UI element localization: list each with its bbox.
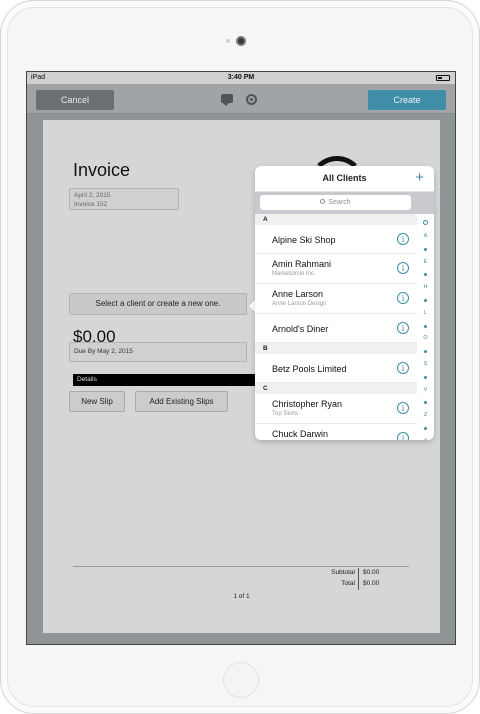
totals-divider-line bbox=[73, 566, 409, 567]
totals-column-divider bbox=[358, 568, 359, 590]
index-dot[interactable] bbox=[424, 299, 427, 302]
total-label: Total bbox=[341, 580, 355, 587]
info-icon[interactable]: i bbox=[397, 322, 409, 334]
index-letter[interactable]: H bbox=[417, 284, 434, 290]
index-letter[interactable]: V bbox=[417, 387, 434, 393]
search-placeholder: Search bbox=[328, 199, 351, 206]
index-dot[interactable] bbox=[424, 350, 427, 354]
invoice-title: Invoice bbox=[73, 160, 131, 180]
client-list: A Alpine Ski Shop i Amin Rahmani Marketc… bbox=[255, 214, 417, 440]
client-row[interactable]: Arnold's Diner i bbox=[255, 314, 417, 343]
index-letter[interactable]: Z bbox=[417, 412, 434, 418]
client-name: Alpine Ski Shop bbox=[272, 235, 336, 245]
cancel-button[interactable]: Cancel bbox=[36, 90, 114, 110]
client-row[interactable]: Amin Rahmani Marketcircle Inc. i bbox=[255, 254, 417, 284]
index-letter[interactable]: S bbox=[417, 361, 434, 367]
index-dot[interactable] bbox=[424, 273, 427, 277]
invoice-number: Invoice 152 bbox=[74, 201, 108, 208]
invoice-info-box[interactable]: April 2, 2015 Invoice 152 bbox=[69, 188, 179, 210]
navigation-bar: Cancel Create bbox=[27, 84, 455, 114]
search-bar: Search bbox=[255, 192, 434, 214]
client-row[interactable]: Christopher Ryan Top Skins i bbox=[255, 394, 417, 424]
due-date-field[interactable]: Due By May 2, 2015 bbox=[69, 342, 247, 362]
client-name: Arnold's Diner bbox=[272, 324, 329, 334]
client-row[interactable]: Anne Larson Anne Larson Design i bbox=[255, 284, 417, 314]
index-letter[interactable]: O bbox=[417, 335, 434, 341]
index-letter[interactable]: # bbox=[417, 438, 434, 440]
section-header: A bbox=[255, 214, 417, 225]
client-name: Anne Larson bbox=[272, 289, 324, 299]
popover-title: All Clients bbox=[322, 173, 367, 183]
index-dot[interactable] bbox=[424, 324, 427, 328]
client-company: Anne Larson Design bbox=[272, 301, 327, 307]
client-name: Betz Pools Limited bbox=[272, 364, 347, 374]
comment-icon[interactable] bbox=[221, 94, 233, 106]
client-picker-popover: All Clients + Search A Alpine Ski Shop i… bbox=[255, 166, 434, 440]
client-row[interactable]: Chuck Darwin i bbox=[255, 424, 417, 440]
info-icon[interactable]: i bbox=[397, 402, 409, 414]
client-company: Top Skins bbox=[272, 411, 299, 417]
index-letter[interactable]: L bbox=[417, 310, 434, 316]
add-existing-slips-button[interactable]: Add Existing Slips bbox=[135, 391, 228, 412]
total-value: $0.00 bbox=[363, 580, 380, 587]
subtotal-value: $0.00 bbox=[363, 569, 380, 576]
client-row[interactable]: Betz Pools Limited i bbox=[255, 354, 417, 383]
index-dot[interactable] bbox=[424, 375, 427, 379]
search-icon bbox=[320, 199, 326, 204]
gear-icon[interactable] bbox=[246, 94, 257, 105]
client-select-field[interactable]: Select a client or create a new one. bbox=[69, 293, 247, 315]
index-letter[interactable]: E bbox=[417, 259, 434, 265]
client-name: Amin Rahmani bbox=[272, 259, 332, 269]
battery-icon bbox=[436, 75, 450, 81]
section-header: C bbox=[255, 383, 417, 394]
ipad-frame: iPad 3:40 PM Cancel Create Invoice April… bbox=[0, 0, 480, 714]
details-header: Details bbox=[73, 374, 257, 386]
status-bar: iPad 3:40 PM bbox=[27, 72, 455, 84]
index-letter[interactable]: A bbox=[417, 233, 434, 239]
invoice-date: April 2, 2015 bbox=[74, 192, 111, 199]
sensor-dot bbox=[226, 39, 230, 43]
search-input[interactable]: Search bbox=[260, 195, 411, 210]
info-icon[interactable]: i bbox=[397, 292, 409, 304]
section-header: B bbox=[255, 343, 417, 354]
client-name: Chuck Darwin bbox=[272, 429, 329, 439]
section-index-bar[interactable]: A E H L O S V Z # bbox=[417, 214, 434, 440]
client-name: Christopher Ryan bbox=[272, 399, 343, 409]
page-count: 1 of 1 bbox=[233, 593, 250, 600]
status-time: 3:40 PM bbox=[227, 74, 255, 81]
new-slip-button[interactable]: New Slip bbox=[69, 391, 125, 412]
add-client-icon[interactable]: + bbox=[415, 170, 424, 185]
info-icon[interactable]: i bbox=[397, 362, 409, 374]
index-dot[interactable] bbox=[424, 427, 427, 430]
popover-header: All Clients + bbox=[255, 166, 434, 192]
index-dot[interactable] bbox=[424, 401, 427, 405]
subtotal-label: Subtotal bbox=[331, 569, 355, 576]
front-camera bbox=[236, 36, 246, 46]
home-button[interactable] bbox=[223, 662, 259, 698]
info-icon[interactable]: i bbox=[397, 432, 409, 440]
screen: iPad 3:40 PM Cancel Create Invoice April… bbox=[26, 71, 456, 645]
create-button[interactable]: Create bbox=[368, 90, 446, 110]
client-row[interactable]: Alpine Ski Shop i bbox=[255, 225, 417, 254]
index-dot[interactable] bbox=[424, 247, 427, 251]
index-search-icon[interactable] bbox=[423, 220, 428, 225]
info-icon[interactable]: i bbox=[397, 262, 409, 274]
client-company: Marketcircle Inc. bbox=[272, 271, 316, 277]
info-icon[interactable]: i bbox=[397, 233, 409, 245]
